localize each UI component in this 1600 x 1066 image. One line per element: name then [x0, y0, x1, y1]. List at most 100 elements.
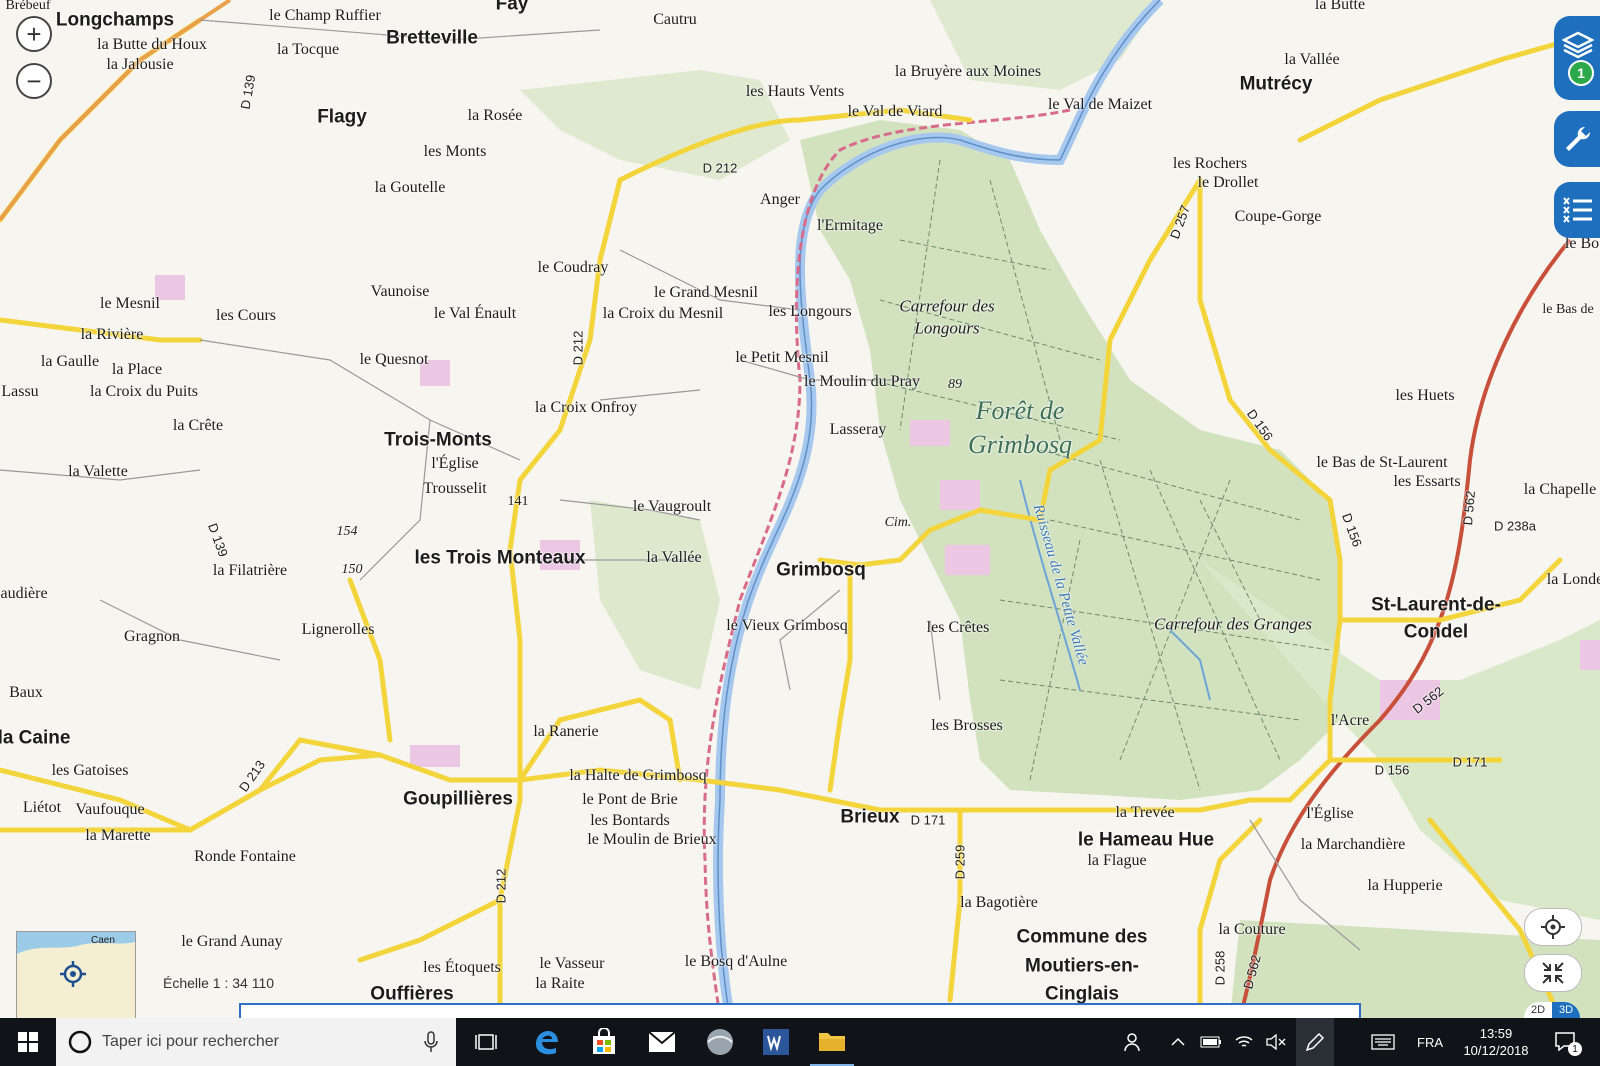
place-label: la Flague — [1087, 852, 1147, 869]
place-label: les Gatoises — [51, 762, 129, 779]
place-label: la Bruyère aux Moines — [894, 63, 1042, 80]
place-label: Baux — [9, 684, 43, 701]
spot-height: 89 — [948, 377, 962, 392]
people-button[interactable] — [1117, 1018, 1151, 1066]
spot-height: 141 — [507, 494, 529, 509]
place-label: Vaunoise — [370, 283, 430, 300]
place-label: la Croix du Mesnil — [602, 305, 724, 322]
place-label: la Crête — [172, 417, 224, 434]
people-icon — [1124, 1033, 1140, 1052]
place-label: Lignerolles — [301, 621, 375, 638]
zoom-in-label: + — [26, 18, 42, 49]
place-label: le Mesnil — [100, 295, 160, 312]
place-label: l'Ermitage — [817, 217, 883, 234]
place-label: Coupe-Gorge — [1234, 208, 1322, 225]
place-label: le Val Énault — [433, 305, 517, 322]
tray-expand-button[interactable] — [1164, 1018, 1192, 1066]
microphone-icon — [424, 1031, 438, 1052]
place-label: Anger — [760, 191, 800, 208]
chevron-up-icon — [1171, 1037, 1185, 1046]
edge-app-button[interactable] — [524, 1018, 568, 1066]
pen-workspace-button[interactable] — [1296, 1018, 1334, 1066]
place-label: Fay — [495, 0, 529, 15]
search-placeholder: Taper ici pour rechercher — [102, 1033, 279, 1050]
input-language[interactable]: FRA — [1410, 1018, 1450, 1066]
fullscreen-button[interactable] — [1524, 954, 1582, 992]
place-label: les Hauts Vents — [745, 83, 845, 100]
place-label: Longours — [914, 318, 980, 338]
action-center-button[interactable]: 1 — [1546, 1018, 1586, 1066]
task-view-button[interactable] — [466, 1018, 506, 1066]
file-explorer-button[interactable] — [810, 1018, 854, 1066]
place-label: le Bas de St-Laurent — [1316, 454, 1448, 471]
store-app-button[interactable] — [582, 1018, 626, 1066]
place-label: le Vaugroult — [632, 498, 712, 515]
battery-button[interactable] — [1197, 1018, 1225, 1066]
place-label: le Grand Mesnil — [654, 284, 758, 301]
wifi-button[interactable] — [1230, 1018, 1258, 1066]
place-label: la Filatrière — [212, 562, 288, 579]
maps-app-button[interactable] — [698, 1018, 742, 1066]
place-label: St-Laurent-de- — [1371, 594, 1501, 616]
place-label: les Monts — [423, 143, 487, 160]
place-label: le Bosq d'Aulne — [684, 953, 788, 970]
place-label: les Crêtes — [926, 619, 990, 636]
layers-count-badge: 1 — [1568, 60, 1594, 86]
forest-label: Grimbosq — [967, 430, 1073, 459]
overview-minimap[interactable]: Caen — [16, 931, 136, 1018]
place-label: Grimbosq — [776, 559, 866, 581]
place-label: Lassu — [1, 383, 39, 400]
zoom-out-button[interactable]: − — [16, 63, 52, 99]
taskbar-search-box[interactable]: Taper ici pour rechercher — [56, 1018, 456, 1066]
start-button[interactable] — [0, 1018, 56, 1066]
place-label: l'Église — [1306, 805, 1354, 822]
place-label: Mutrécy — [1239, 73, 1313, 95]
word-icon — [763, 1029, 789, 1055]
clock[interactable]: 13:59 10/12/2018 — [1458, 1018, 1534, 1066]
place-label: les Huets — [1395, 387, 1455, 404]
tools-button[interactable] — [1554, 111, 1600, 167]
touch-keyboard-button[interactable] — [1366, 1018, 1400, 1066]
view-toggle[interactable]: 2D 3D — [1524, 1002, 1580, 1018]
road-label: D 212 — [570, 330, 586, 366]
place-label: Condel — [1403, 621, 1469, 643]
road-label: D 212 — [493, 868, 509, 904]
road-label: D 259 — [952, 844, 968, 880]
layers-button[interactable]: 1 — [1554, 16, 1600, 100]
wrench-icon — [1566, 126, 1591, 151]
place-label: Trois-Monts — [384, 429, 492, 451]
place-label: la Place — [111, 361, 163, 378]
pen-icon — [1305, 1032, 1325, 1052]
place-label: le Vasseur — [539, 955, 605, 972]
place-label: le Vieux Grimbosq — [726, 617, 848, 634]
legend-button[interactable] — [1554, 182, 1600, 238]
forest-patch-valley — [590, 500, 720, 690]
map-canvas[interactable]: Brébeuf Longchamps la Butte du Houx la J… — [0, 0, 1600, 1018]
place-label: le Pont de Brie — [582, 791, 678, 808]
clock-date: 10/12/2018 — [1463, 1043, 1529, 1058]
bottom-info-panel[interactable] — [239, 1003, 1361, 1018]
place-label: la Rosée — [467, 107, 523, 124]
place-label: le Champ Ruffier — [269, 7, 381, 24]
mail-app-button[interactable] — [640, 1018, 684, 1066]
notification-count-badge: 1 — [1568, 1042, 1582, 1056]
place-label: le Bo — [1564, 235, 1600, 252]
store-icon — [593, 1028, 615, 1054]
zoom-out-label: − — [26, 65, 42, 96]
battery-icon — [1200, 1036, 1221, 1048]
map-base-layer — [0, 0, 1600, 1018]
list-icon — [1563, 197, 1592, 223]
place-label: la Halte de Grimbosq — [569, 767, 707, 784]
word-app-button[interactable] — [754, 1018, 798, 1066]
place-label: la Butte du Houx — [97, 36, 207, 53]
place-label: Longchamps — [55, 9, 175, 31]
place-label: la Raite — [535, 975, 585, 992]
volume-button[interactable] — [1262, 1018, 1290, 1066]
place-label: Ouffières — [370, 983, 454, 1005]
locate-button[interactable] — [1524, 908, 1582, 946]
zoom-in-button[interactable]: + — [16, 16, 52, 52]
place-label: la Vallée — [646, 549, 702, 566]
road-label: D 171 — [910, 812, 946, 828]
windows-taskbar: Taper ici pour rechercher FRA 13:59 10/1… — [0, 1018, 1600, 1066]
place-label: Ronde Fontaine — [194, 848, 296, 865]
